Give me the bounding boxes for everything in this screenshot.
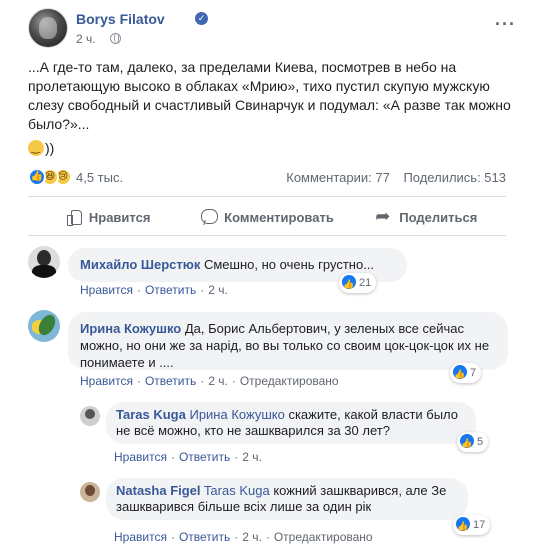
reply-like-badge[interactable]: 17 [453,515,491,536]
like-mini-icon [342,274,356,294]
comment-bubble: Ирина Кожушко Да, Борис Альбертович, у з… [68,312,508,370]
comment-edited-label[interactable]: Отредактировано [240,374,339,388]
post-emoji-line: )) [28,140,54,156]
reply-like-link[interactable]: Нравится [114,530,167,544]
reply-mention-link[interactable]: Ирина Кожушко [189,407,284,422]
reply-actions: Нравится · Ответить · 2 ч. · Отредактировано [114,530,373,544]
reply-like-badge[interactable]: 5 [457,432,489,453]
comment-like-badge[interactable]: 21 [339,273,377,294]
commenter-name[interactable]: Ирина Кожушко [80,321,181,336]
commenter-avatar[interactable] [28,246,60,278]
share-button[interactable]: Поделиться [347,200,506,234]
share-arrow-icon [375,206,393,227]
like-mini-icon [456,516,470,536]
reply-like-count: 17 [473,519,486,531]
author-name[interactable]: Borys Filatov [76,11,165,27]
thumbs-up-icon [65,208,83,226]
like-mini-icon [460,433,474,453]
comment-button[interactable]: Комментировать [187,200,346,234]
reply-like-link[interactable]: Нравится [114,450,167,464]
comment-reply-link[interactable]: Ответить [145,283,196,297]
replier-name[interactable]: Taras Kuga [116,407,186,422]
author-avatar[interactable] [28,8,68,48]
comment-item: Ирина Кожушко Да, Борис Альбертович, у з… [28,310,508,390]
reply-like-count: 5 [477,436,484,448]
comment-like-count: 7 [470,367,477,379]
engagement-counts: Комментарии: 77 Поделились: 513 [276,170,506,185]
reply-bubble: Taras Kuga Ирина Кожушко скажите, какой … [106,402,476,444]
shares-count-link[interactable]: Поделились: 513 [403,170,506,185]
replier-avatar[interactable] [80,406,100,426]
reply-edited-label[interactable]: Отредактировано [274,530,373,544]
commenter-name[interactable]: Михайло Шерстюк [80,257,200,272]
post-action-bar: Нравится Комментировать Поделиться [28,200,506,234]
comment-time[interactable]: 2 ч. [208,374,228,388]
replier-name[interactable]: Natasha Figel [116,483,201,498]
verified-badge-icon: ✓ [195,12,208,25]
smile-emoji-icon [28,140,44,156]
comment-bubble-icon [200,208,219,226]
comment-item: Михайло Шерстюк Смешно, но очень грустно… [28,246,508,304]
comment-button-label: Комментировать [224,209,334,225]
comment-actions: Нравится · Ответить · 2 ч. [80,283,228,297]
like-button[interactable]: Нравится [28,200,187,234]
reply-actions: Нравится · Ответить · 2 ч. [114,450,262,464]
divider [28,235,506,236]
comment-like-link[interactable]: Нравится [80,283,133,297]
replier-avatar[interactable] [80,482,100,502]
like-mini-icon [453,364,467,384]
divider [28,196,506,197]
reply-reply-link[interactable]: Ответить [179,530,230,544]
share-button-label: Поделиться [399,209,478,225]
reply-bubble: Natasha Figel Taras Kuga кожний зашквари… [106,478,468,520]
reply-time[interactable]: 2 ч. [242,450,262,464]
comment-like-badge[interactable]: 7 [450,363,482,384]
comment-like-count: 21 [359,277,372,289]
reply-mention-link[interactable]: Taras Kuga [204,483,270,498]
post-header: Borys Filatov ✓ 2 ч. ··· [28,8,518,52]
post-timestamp[interactable]: 2 ч. [76,32,96,46]
more-options-icon[interactable]: ··· [495,14,516,35]
comment-like-link[interactable]: Нравится [80,374,133,388]
reply-reply-link[interactable]: Ответить [179,450,230,464]
reply-time[interactable]: 2 ч. [242,530,262,544]
comment-reply-link[interactable]: Ответить [145,374,196,388]
like-button-label: Нравится [88,209,151,225]
reaction-count[interactable]: 4,5 тыс. [76,170,123,185]
facebook-post-card: Borys Filatov ✓ 2 ч. ··· ...А где-то там… [0,0,535,547]
comment-text: Смешно, но очень грустно... [203,257,375,272]
comments-count-link[interactable]: Комментарии: 77 [286,170,390,185]
reply-item: Natasha Figel Taras Kuga кожний зашквари… [80,478,500,546]
comment-time[interactable]: 2 ч. [208,283,228,297]
like-reaction-icon[interactable]: 👍 [28,168,46,186]
reply-item: Taras Kuga Ирина Кожушко скажите, какой … [80,402,490,464]
commenter-avatar[interactable] [28,310,60,342]
comment-actions: Нравится · Ответить · 2 ч. · Отредактировано [80,374,339,388]
post-body-text: ...А где-то там, далеко, за пределами Ки… [28,59,511,132]
post-emoji-suffix: )) [45,140,55,156]
reactions-summary: 👍 😆 😢 4,5 тыс. Комментарии: 77 Поделилис… [28,166,506,188]
globe-icon [110,33,121,44]
